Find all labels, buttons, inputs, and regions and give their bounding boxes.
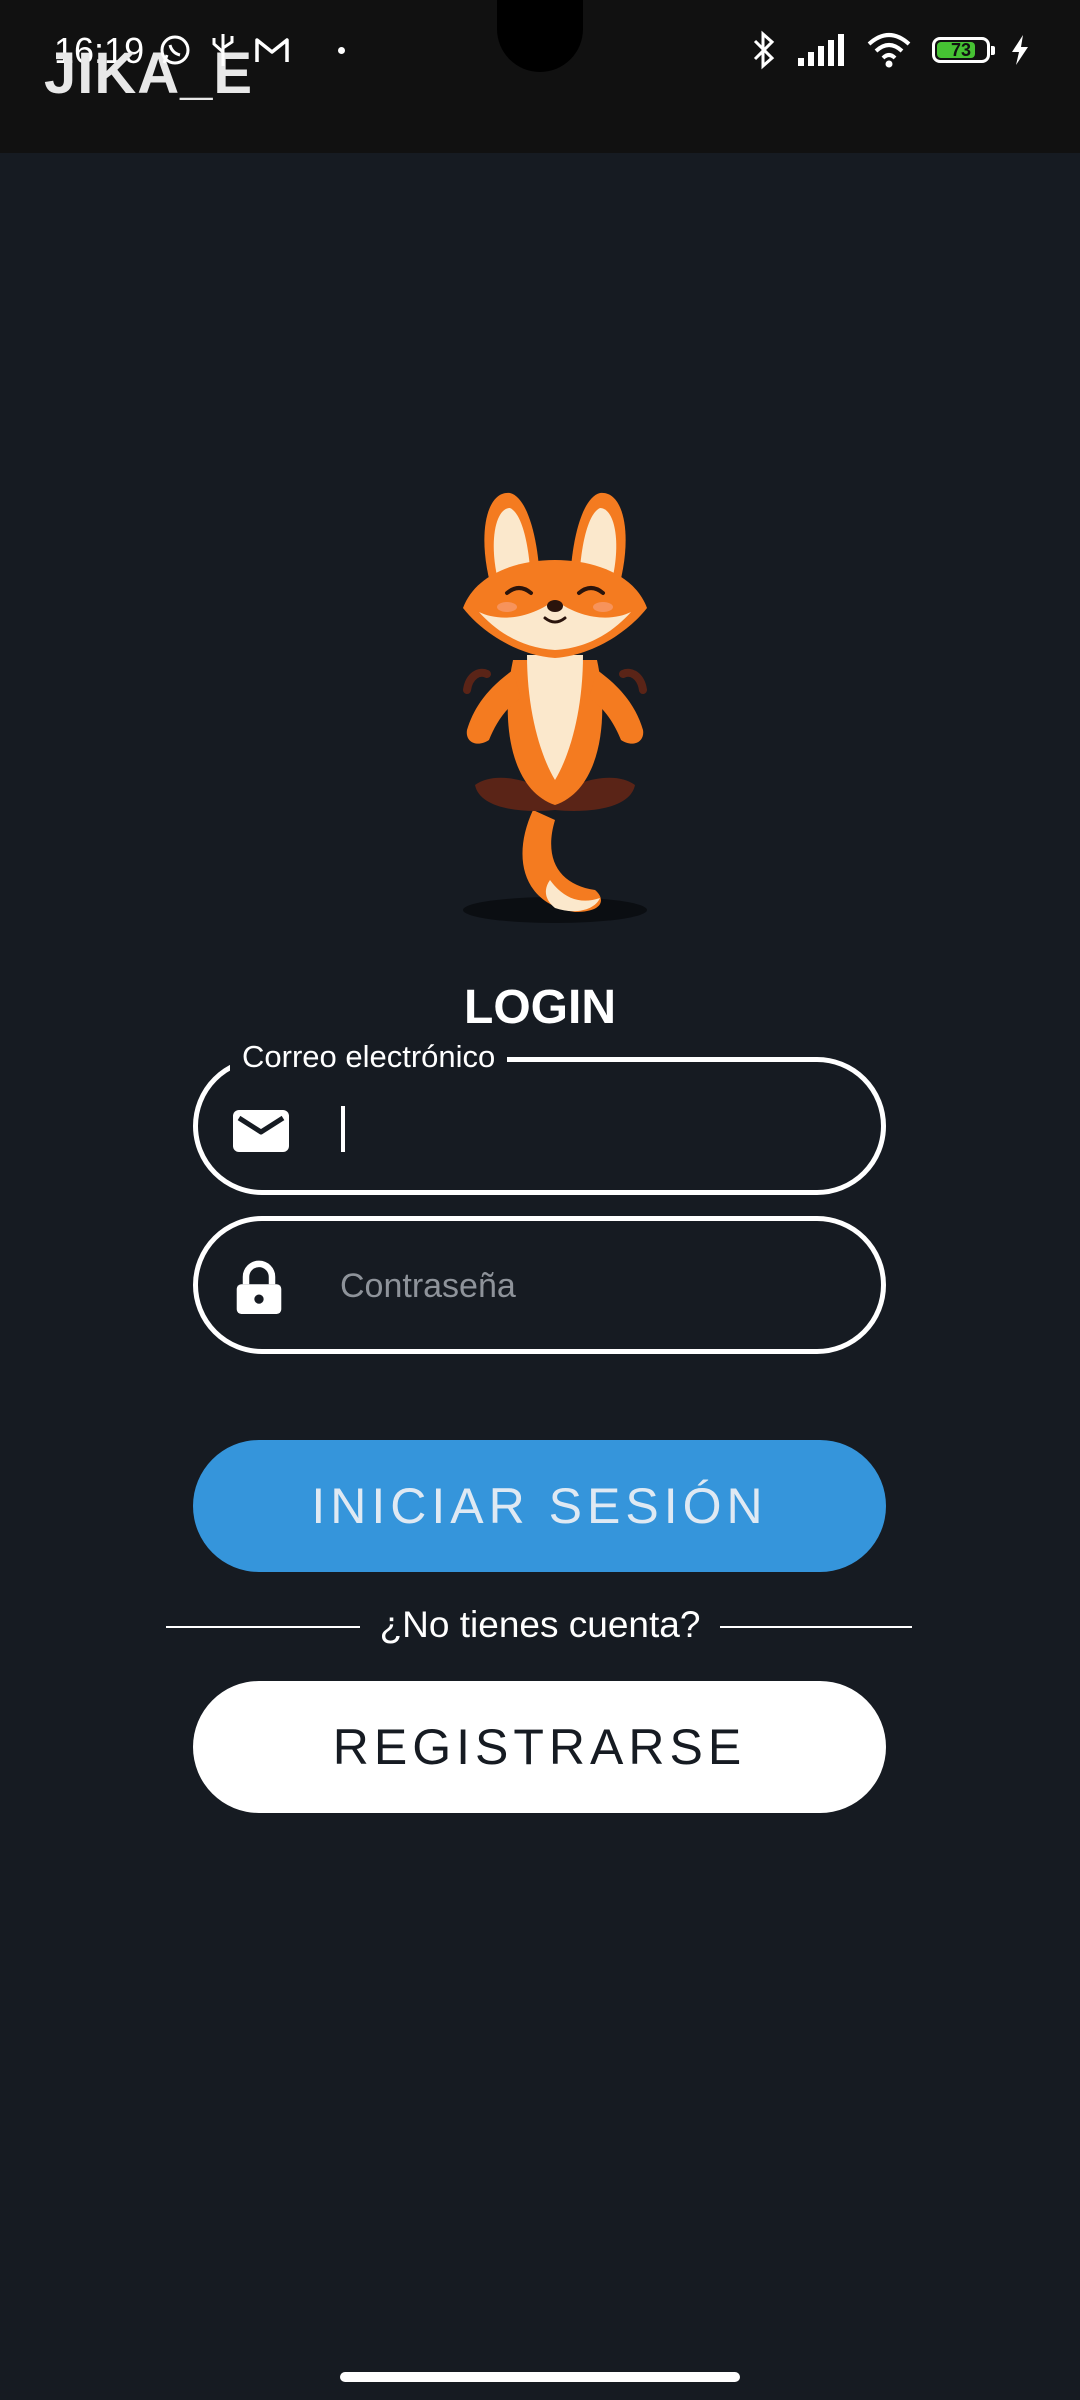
login-title: LOGIN <box>464 981 616 1034</box>
text-cursor <box>341 1106 345 1152</box>
password-placeholder: Contraseña <box>340 1267 516 1305</box>
notification-icons <box>158 32 345 68</box>
home-gesture-bar[interactable] <box>340 2372 740 2382</box>
charging-icon <box>1012 35 1028 65</box>
system-icons: 73 <box>752 30 1030 70</box>
status-bar: 16:19 JIKA_E 73 <box>0 0 1080 153</box>
whatsapp-icon <box>160 35 190 65</box>
no-account-text: ¿No tienes cuenta? <box>379 1604 701 1645</box>
gmail-icon <box>255 38 289 62</box>
camera-notch <box>497 0 583 72</box>
login-button[interactable]: INICIAR SESIÓN <box>193 1440 886 1572</box>
battery-level: 73 <box>950 39 972 60</box>
bluetooth-icon <box>753 30 775 70</box>
password-field[interactable]: Contraseña <box>193 1216 886 1354</box>
usb-icon <box>212 34 234 66</box>
wifi-icon <box>867 33 911 68</box>
fox-mascot <box>463 492 647 923</box>
register-button[interactable]: REGISTRARSE <box>193 1681 886 1813</box>
email-field[interactable]: Correo electrónico <box>193 1039 886 1195</box>
signal-icon <box>798 34 844 66</box>
no-account-divider: ¿No tienes cuenta? <box>0 1600 1080 1660</box>
mail-icon <box>233 1110 289 1152</box>
battery-icon: 73 <box>932 37 995 63</box>
email-input[interactable] <box>340 1062 824 1192</box>
lock-icon <box>236 1260 282 1314</box>
more-notifications-dot <box>338 46 345 54</box>
